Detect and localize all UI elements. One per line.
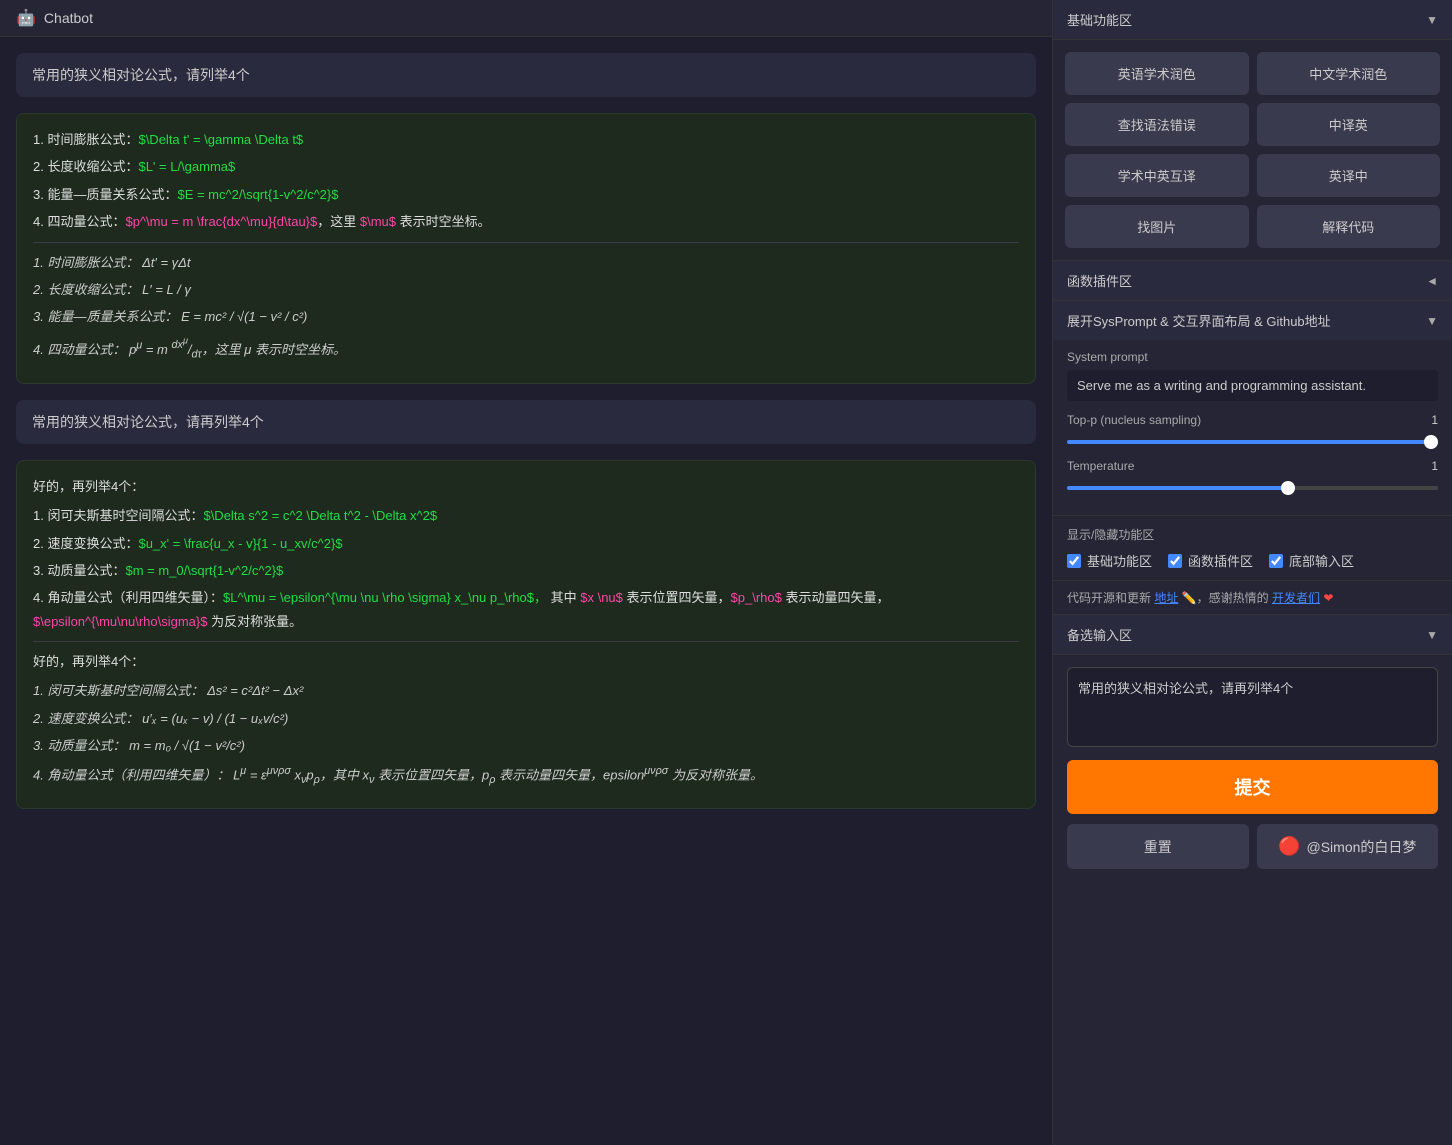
backup-header[interactable]: 备选输入区 ▼ — [1053, 615, 1452, 655]
basic-functions-header[interactable]: 基础功能区 ▼ — [1053, 0, 1452, 40]
basic-functions-arrow: ▼ — [1426, 13, 1438, 27]
plugin-arrow: ◄ — [1426, 274, 1438, 288]
checkbox-basic-input[interactable] — [1067, 554, 1081, 568]
sys-prompt-section: 展开SysPrompt & 交互界面布局 & Github地址 ▼ System… — [1053, 301, 1452, 516]
heart-icon: ❤ — [1323, 591, 1333, 605]
bottom-buttons: 重置 🔴 @Simon的白日梦 — [1067, 824, 1438, 869]
rendered-line: 2. 长度收缩公式： L′ = L / γ — [33, 278, 1019, 301]
temperature-value: 1 — [1431, 459, 1438, 473]
rendered-line: 2. 速度变换公式： u′ₓ = (uₓ − v) / (1 − uₓv/c²) — [33, 707, 1019, 730]
visibility-label: 显示/隐藏功能区 — [1067, 526, 1438, 543]
ai-list-item: 4. 角动量公式（利用四维矢量）：$L^\mu = \epsilon^{\mu … — [33, 586, 1019, 633]
reset-button[interactable]: 重置 — [1067, 824, 1249, 869]
func-btn-explain-code[interactable]: 解释代码 — [1257, 205, 1441, 248]
ai-list-item: 3. 能量—质量关系公式：$E = mc^2/\sqrt{1-v^2/c^2}$ — [33, 183, 1019, 206]
top-p-value: 1 — [1431, 413, 1438, 427]
func-btn-find-image[interactable]: 找图片 — [1065, 205, 1249, 248]
func-btn-zh-academic[interactable]: 中文学术润色 — [1257, 52, 1441, 95]
chatbot-icon: 🤖 — [16, 8, 36, 28]
rendered-line: 3. 动质量公式： m = m₀ / √(1 − v²/c²) — [33, 734, 1019, 757]
ai-list-item: 1. 时间膨胀公式：$\Delta t' = \gamma \Delta t$ — [33, 128, 1019, 151]
backup-arrow: ▼ — [1426, 628, 1438, 642]
chat-area[interactable]: 常用的狭义相对论公式，请列举4个 1. 时间膨胀公式：$\Delta t' = … — [0, 37, 1052, 1145]
checkbox-plugin[interactable]: 函数插件区 — [1168, 551, 1253, 570]
title-bar: 🤖 Chatbot — [0, 0, 1052, 37]
sys-prompt-title: 展开SysPrompt & 交互界面布局 & Github地址 — [1067, 311, 1331, 330]
user-message-2: 常用的狭义相对论公式，请再列举4个 — [16, 400, 1036, 444]
left-panel: 🤖 Chatbot 常用的狭义相对论公式，请列举4个 1. 时间膨胀公式：$\D… — [0, 0, 1052, 1145]
backup-input-field[interactable]: 常用的狭义相对论公式，请再列举4个 — [1067, 667, 1438, 747]
checkbox-plugin-input[interactable] — [1168, 554, 1182, 568]
rendered-line: 4. 四动量公式： pμ = m dxμ/dτ，这里 μ 表示时空坐标。 — [33, 333, 1019, 365]
temperature-slider[interactable] — [1067, 486, 1438, 490]
top-p-label: Top-p (nucleus sampling) — [1067, 413, 1201, 427]
backup-title: 备选输入区 — [1067, 625, 1132, 644]
basic-functions-title: 基础功能区 — [1067, 10, 1132, 29]
ai-list-item: 4. 四动量公式：$p^\mu = m \frac{dx^\mu}{d\tau}… — [33, 210, 1019, 233]
func-btn-grammar[interactable]: 查找语法错误 — [1065, 103, 1249, 146]
func-btn-en-to-zh[interactable]: 英译中 — [1257, 154, 1441, 197]
sys-prompt-header[interactable]: 展开SysPrompt & 交互界面布局 & Github地址 ▼ — [1053, 301, 1452, 340]
rendered-line: 1. 时间膨胀公式： Δt′ = γΔt — [33, 251, 1019, 274]
backup-body: 常用的狭义相对论公式，请再列举4个 提交 重置 🔴 @Simon的白日梦 — [1053, 655, 1452, 881]
rendered-line: 3. 能量—质量关系公式： E = mc² / √(1 − v² / c²) — [33, 305, 1019, 328]
checkbox-bottom-input[interactable] — [1269, 554, 1283, 568]
plugin-section-header[interactable]: 函数插件区 ◄ — [1053, 260, 1452, 301]
sys-prompt-body: System prompt Serve me as a writing and … — [1053, 340, 1452, 515]
credits-link[interactable]: 地址 — [1154, 591, 1178, 605]
sys-prompt-arrow: ▼ — [1426, 314, 1438, 328]
checkbox-row: 基础功能区 函数插件区 底部输入区 — [1067, 551, 1438, 570]
submit-button[interactable]: 提交 — [1067, 760, 1438, 814]
ai-response-2: 好的，再列举4个： 1. 闵可夫斯基时空间隔公式：$\Delta s^2 = c… — [16, 460, 1036, 809]
function-grid: 英语学术润色 中文学术润色 查找语法错误 中译英 学术中英互译 英译中 找图片 … — [1053, 40, 1452, 260]
ai-list-item: 3. 动质量公式：$m = m_0/\sqrt{1-v^2/c^2}$ — [33, 559, 1019, 582]
top-p-slider[interactable] — [1067, 440, 1438, 444]
app-title: Chatbot — [44, 10, 93, 26]
backup-section: 备选输入区 ▼ 常用的狭义相对论公式，请再列举4个 提交 重置 🔴 @Simon… — [1053, 615, 1452, 1145]
ai-response-1: 1. 时间膨胀公式：$\Delta t' = \gamma \Delta t$ … — [16, 113, 1036, 384]
weibo-icon: 🔴 — [1278, 836, 1300, 857]
rendered-line: 1. 闵可夫斯基时空间隔公式： Δs² = c²Δt² − Δx² — [33, 679, 1019, 702]
func-btn-en-academic[interactable]: 英语学术润色 — [1065, 52, 1249, 95]
top-p-label-row: Top-p (nucleus sampling) 1 — [1067, 413, 1438, 427]
temperature-label-row: Temperature 1 — [1067, 459, 1438, 473]
weibo-text: @Simon的白日梦 — [1307, 837, 1417, 857]
credits-link2[interactable]: 开发者们 — [1272, 591, 1320, 605]
right-panel: 基础功能区 ▼ 英语学术润色 中文学术润色 查找语法错误 中译英 学术中英互译 … — [1052, 0, 1452, 1145]
ai-list-item: 1. 闵可夫斯基时空间隔公式：$\Delta s^2 = c^2 \Delta … — [33, 504, 1019, 527]
ai-list-item: 2. 长度收缩公式：$L' = L/\gamma$ — [33, 155, 1019, 178]
rendered-line: 4. 角动量公式（利用四维矢量）： Lμ = εμνρσ xνpρ，其中 xν … — [33, 762, 1019, 790]
func-btn-academic-translate[interactable]: 学术中英互译 — [1065, 154, 1249, 197]
sys-prompt-value: Serve me as a writing and programming as… — [1067, 370, 1438, 401]
temperature-container: Temperature 1 — [1067, 459, 1438, 493]
plugin-title: 函数插件区 — [1067, 271, 1132, 290]
sys-prompt-label: System prompt — [1067, 350, 1438, 364]
top-p-container: Top-p (nucleus sampling) 1 — [1067, 413, 1438, 447]
checkbox-basic[interactable]: 基础功能区 — [1067, 551, 1152, 570]
visibility-section: 显示/隐藏功能区 基础功能区 函数插件区 底部输入区 — [1053, 516, 1452, 581]
user-message-1: 常用的狭义相对论公式，请列举4个 — [16, 53, 1036, 97]
weibo-button[interactable]: 🔴 @Simon的白日梦 — [1257, 824, 1439, 869]
ai-list-item: 2. 速度变换公式：$u_x' = \frac{u_x - v}{1 - u_x… — [33, 532, 1019, 555]
temperature-label: Temperature — [1067, 459, 1134, 473]
credits-section: 代码开源和更新 地址 ✏️，感谢热情的 开发者们 ❤ — [1053, 581, 1452, 615]
checkbox-bottom[interactable]: 底部输入区 — [1269, 551, 1354, 570]
func-btn-zh-to-en[interactable]: 中译英 — [1257, 103, 1441, 146]
